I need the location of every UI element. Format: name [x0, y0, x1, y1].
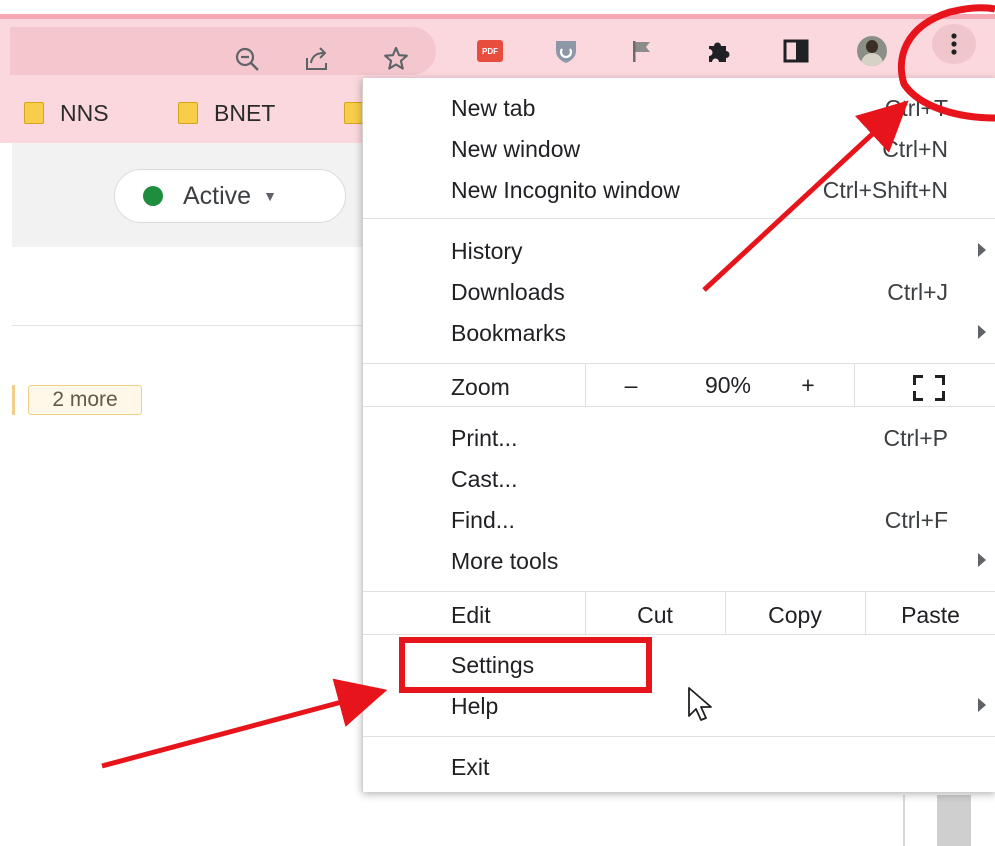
submenu-arrow-icon	[978, 553, 986, 567]
extensions-puzzle-icon[interactable]	[696, 27, 740, 75]
bookmark-star-icon[interactable]	[374, 35, 418, 83]
profile-photo	[857, 36, 887, 66]
fullscreen-icon[interactable]	[913, 375, 945, 401]
menu-separator	[363, 406, 995, 407]
cut-button[interactable]: Cut	[585, 602, 725, 629]
folder-icon	[178, 102, 198, 124]
address-bar[interactable]	[10, 27, 436, 75]
more-menu-button[interactable]	[932, 24, 976, 64]
menu-separator	[363, 363, 995, 364]
menu-item-new-window[interactable]: New window Ctrl+N	[363, 129, 995, 170]
pdf-extension-icon[interactable]: PDF	[468, 27, 512, 75]
paste-button[interactable]: Paste	[865, 602, 995, 629]
zoom-divider	[585, 364, 586, 406]
zoom-level: 90%	[704, 372, 752, 398]
menu-item-incognito[interactable]: New Incognito window Ctrl+Shift+N	[363, 170, 995, 211]
zoom-in-button[interactable]: +	[788, 372, 828, 399]
chip-partial	[12, 385, 15, 415]
submenu-arrow-icon	[978, 698, 986, 712]
menu-item-new-tab[interactable]: New tab Ctrl+T	[363, 88, 995, 129]
zoom-out-button[interactable]: –	[611, 372, 651, 399]
menu-item-bookmarks[interactable]: Bookmarks	[363, 313, 995, 354]
bookmark-nns[interactable]: NNS	[24, 97, 109, 129]
flag-extension-icon[interactable]	[620, 27, 664, 75]
menu-item-downloads[interactable]: Downloads Ctrl+J	[363, 272, 995, 313]
copy-button[interactable]: Copy	[725, 602, 865, 629]
submenu-arrow-icon	[978, 243, 986, 257]
content-edge	[903, 795, 905, 846]
zoom-divider	[854, 364, 855, 406]
shield-extension-icon[interactable]	[544, 27, 588, 75]
menu-item-history[interactable]: History	[363, 231, 995, 272]
submenu-arrow-icon	[978, 325, 986, 339]
active-status-dot	[143, 186, 163, 206]
status-dropdown[interactable]: Active ▼	[114, 169, 346, 223]
zoom-label: Zoom	[451, 374, 510, 400]
more-chip[interactable]: 2 more	[28, 385, 142, 415]
browser-toolbar: PDF	[0, 19, 995, 83]
chrome-main-menu: New tab Ctrl+T New window Ctrl+N New Inc…	[362, 78, 995, 792]
menu-item-help[interactable]: Help	[363, 686, 995, 727]
side-panel-icon[interactable]	[774, 27, 818, 75]
menu-item-find[interactable]: Find... Ctrl+F	[363, 500, 995, 541]
folder-icon	[24, 102, 44, 124]
share-icon[interactable]	[295, 35, 339, 83]
menu-separator	[363, 218, 995, 219]
menu-item-exit[interactable]: Exit	[363, 747, 995, 788]
chevron-down-icon: ▼	[263, 188, 277, 204]
edit-label: Edit	[451, 602, 491, 628]
menu-item-cast[interactable]: Cast...	[363, 459, 995, 500]
zoom-out-icon[interactable]	[225, 35, 269, 83]
bookmark-bnet[interactable]: BNET	[178, 97, 275, 129]
menu-item-more-tools[interactable]: More tools	[363, 541, 995, 582]
menu-item-print[interactable]: Print... Ctrl+P	[363, 418, 995, 459]
folder-icon	[344, 102, 364, 124]
profile-avatar[interactable]	[850, 27, 894, 75]
scrollbar-thumb[interactable]	[937, 795, 971, 846]
window-top-strip	[0, 0, 995, 14]
menu-item-settings[interactable]: Settings	[363, 645, 995, 686]
menu-separator	[363, 634, 995, 635]
menu-separator	[363, 591, 995, 592]
more-menu-icon	[951, 33, 957, 55]
menu-separator	[363, 736, 995, 737]
